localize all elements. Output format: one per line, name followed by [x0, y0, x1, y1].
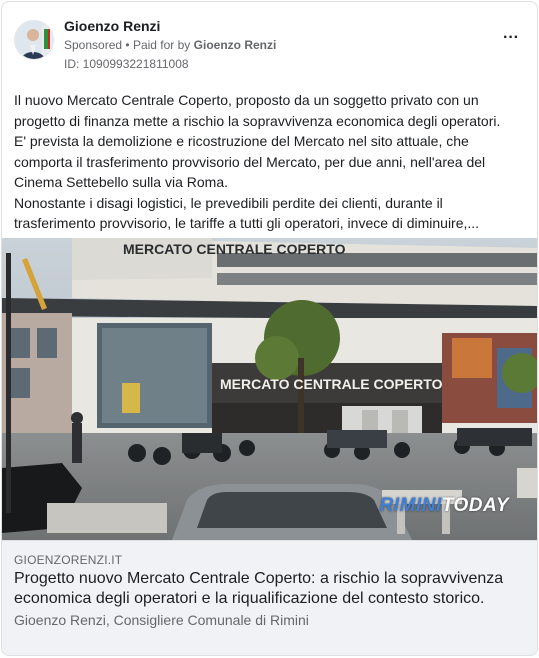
sponsored-line: Sponsored • Paid for by Gioenzo Renzi: [64, 38, 276, 52]
sign-top: MERCATO CENTRALE COPERTO: [123, 241, 346, 257]
body-paragraph: Il nuovo Mercato Centrale Coperto, propo…: [14, 92, 501, 129]
separator-dot: •: [125, 38, 130, 52]
post-image[interactable]: MERCATO CENTRALE COPERTO MERCATO CENTRAL…: [2, 238, 537, 540]
sign-facade: MERCATO CENTRALE COPERTO: [220, 376, 443, 392]
link-domain: GIOENZORENZI.IT: [14, 553, 123, 567]
link-preview[interactable]: GIOENZORENZI.IT Progetto nuovo Mercato C…: [2, 540, 537, 655]
link-title[interactable]: Progetto nuovo Mercato Centrale Coperto:…: [14, 569, 519, 609]
body-paragraph: Nonostante i disagi logistici, le preved…: [14, 194, 480, 232]
body-paragraph: E' prevista la demolizione e ricostruzio…: [14, 133, 486, 190]
paid-for-name: Gioenzo Renzi: [193, 38, 277, 52]
avatar-photo: [15, 21, 53, 59]
avatar[interactable]: [14, 20, 54, 60]
rimini-today-watermark: RIMINITODAY: [379, 495, 509, 516]
link-description: Gioenzo Renzi, Consigliere Comunale di R…: [14, 612, 309, 628]
ad-id: ID: 1090993221811008: [64, 57, 189, 71]
post-header: Gioenzo Renzi Sponsored • Paid for by Gi…: [14, 14, 525, 74]
sponsored-label: Sponsored: [64, 38, 123, 52]
paid-for-prefix: Paid for by: [132, 38, 191, 52]
post-body: Il nuovo Mercato Centrale Coperto, propo…: [14, 90, 524, 234]
sponsored-post-card: Gioenzo Renzi Sponsored • Paid for by Gi…: [1, 1, 538, 656]
page-name-link[interactable]: Gioenzo Renzi: [64, 18, 160, 34]
more-options-button[interactable]: ···: [499, 28, 523, 52]
